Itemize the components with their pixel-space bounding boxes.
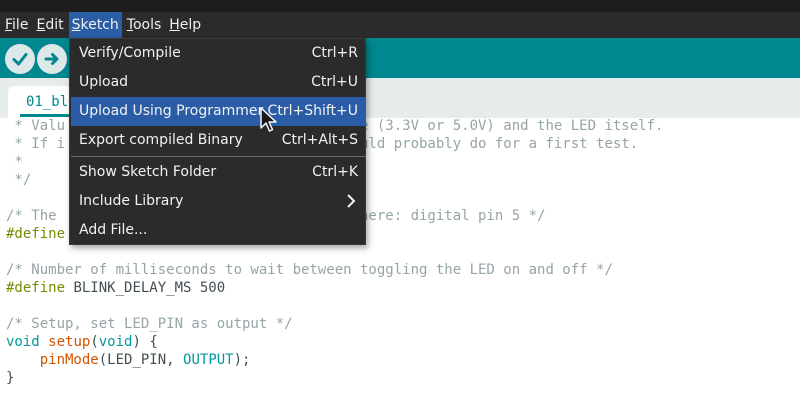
- code-token-void-param: void: [98, 334, 133, 350]
- code-line: void setup(void) {: [6, 334, 158, 350]
- check-icon: [12, 53, 28, 66]
- menu-bar: File Edit Sketch Tools Help: [0, 12, 800, 38]
- menu-help[interactable]: Help: [166, 12, 204, 38]
- code-line: /* Number of milliseconds to wait betwee…: [6, 262, 613, 278]
- menu-item-include-library[interactable]: Include Library: [71, 187, 366, 216]
- menu-item-label: Upload Using Programmer: [79, 103, 264, 119]
- menu-item-add-file[interactable]: Add File...: [71, 216, 366, 245]
- menu-edit[interactable]: Edit: [33, 12, 66, 38]
- menu-item-shortcut: Ctrl+R: [311, 45, 358, 61]
- code-token-void: void: [6, 334, 40, 350]
- menu-tools[interactable]: Tools: [124, 12, 165, 38]
- menu-item-upload[interactable]: Upload Ctrl+U: [71, 68, 366, 97]
- menu-item-label: Include Library: [79, 193, 184, 209]
- verify-button[interactable]: [5, 44, 35, 74]
- menu-edit-mnemonic: E: [36, 17, 46, 33]
- menu-item-label: Verify/Compile: [79, 45, 181, 61]
- menu-item-shortcut: Ctrl+K: [312, 164, 358, 180]
- code-token-setup: setup: [48, 334, 91, 350]
- menu-item-show-sketch-folder[interactable]: Show Sketch Folder Ctrl+K: [71, 158, 366, 187]
- code-line: #define: [6, 226, 66, 242]
- menu-item-upload-using-programmer[interactable]: Upload Using Programmer Ctrl+Shift+U: [71, 97, 366, 126]
- menu-file-mnemonic: F: [5, 17, 13, 33]
- arrow-right-icon: [44, 53, 59, 65]
- code-line: }: [6, 370, 15, 386]
- code-line: *: [6, 154, 23, 170]
- menu-tools-label: ools: [132, 17, 162, 33]
- menu-item-shortcut: Ctrl+Shift+U: [267, 103, 358, 119]
- menu-item-verify-compile[interactable]: Verify/Compile Ctrl+R: [71, 39, 366, 68]
- code-line: /* Setup, set LED_PIN as output */: [6, 316, 293, 332]
- menu-item-label: Show Sketch Folder: [79, 164, 217, 180]
- menu-item-label: Export compiled Binary: [79, 132, 243, 148]
- menu-sketch[interactable]: Sketch: [68, 12, 122, 38]
- menu-item-label: Add File...: [79, 222, 148, 238]
- window-top-strip: [0, 0, 800, 12]
- menu-help-label: elp: [179, 17, 202, 33]
- code-token-output: OUTPUT: [183, 352, 234, 368]
- menu-item-shortcut: Ctrl+Alt+S: [281, 132, 358, 148]
- code-token-pinmode: pinMode: [39, 352, 99, 368]
- mouse-pointer-icon: [260, 107, 278, 137]
- code-line: #define BLINK_DELAY_MS 500: [6, 280, 225, 296]
- code-token-define: #define: [6, 280, 66, 296]
- code-line: pinMode(LED_PIN, OUTPUT);: [39, 352, 251, 368]
- menu-item-shortcut: Ctrl+U: [311, 74, 358, 90]
- menu-item-export-compiled-binary[interactable]: Export compiled Binary Ctrl+Alt+S: [71, 126, 366, 155]
- menu-separator: [71, 156, 366, 157]
- menu-sketch-label: ketch: [80, 17, 119, 33]
- menu-help-mnemonic: H: [169, 17, 180, 33]
- tab-sketch[interactable]: 01_bli: [8, 86, 80, 118]
- sketch-menu-dropdown: Verify/Compile Ctrl+R Upload Ctrl+U Uplo…: [69, 38, 366, 245]
- upload-button[interactable]: [37, 44, 67, 74]
- code-token-rest: BLINK_DELAY_MS 500: [65, 280, 226, 296]
- menu-file-label: ile: [12, 17, 29, 33]
- code-line: */: [6, 172, 32, 188]
- menu-file[interactable]: File: [2, 12, 31, 38]
- menu-edit-label: dit: [45, 17, 64, 33]
- chevron-right-icon: [346, 193, 356, 213]
- menu-item-label: Upload: [79, 74, 129, 90]
